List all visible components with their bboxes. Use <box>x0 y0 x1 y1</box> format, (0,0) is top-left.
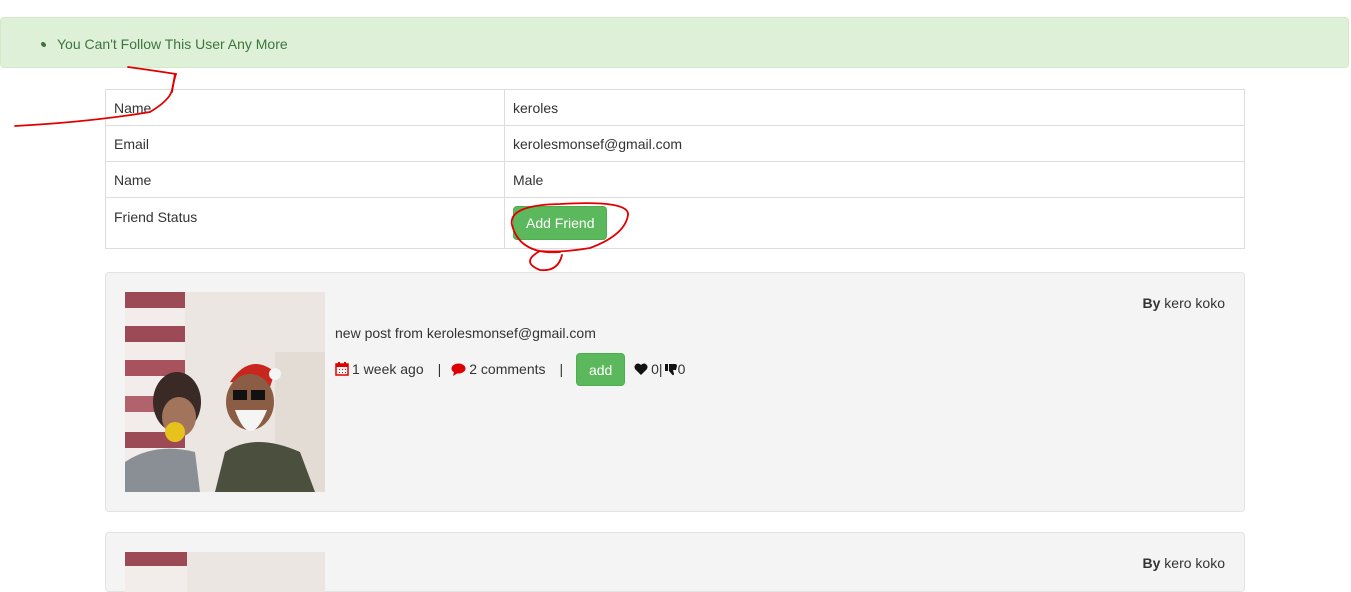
alert-success: You Can't Follow This User Any More <box>0 17 1349 68</box>
table-row: Name Male <box>105 161 1245 198</box>
row-label: Name <box>105 89 505 126</box>
post-image[interactable] <box>125 552 325 592</box>
comments-link[interactable]: 2 comments <box>469 361 545 377</box>
post-image[interactable] <box>125 292 325 492</box>
table-row: Name keroles <box>105 89 1245 126</box>
separator: | <box>437 361 442 377</box>
table-row: Email kerolesmonsef@gmail.com <box>105 125 1245 162</box>
add-button[interactable]: add <box>576 352 626 386</box>
row-value: kerolesmonsef@gmail.com <box>504 125 1245 162</box>
row-value: Male <box>504 161 1245 198</box>
table-row: Friend Status Add Friend <box>105 197 1245 249</box>
post-meta: 1 week ago | 2 comments | add 0| 0 <box>335 352 685 386</box>
profile-table: Name keroles Email kerolesmonsef@gmail.c… <box>105 89 1245 249</box>
row-label: Name <box>105 161 505 198</box>
photo-illustration <box>125 292 325 492</box>
photo-illustration <box>125 552 325 592</box>
post-card: By kero koko <box>105 532 1245 592</box>
by-label: By <box>1142 295 1161 311</box>
author-name: kero koko <box>1164 295 1225 311</box>
likes-count: 0| <box>651 361 663 377</box>
separator: | <box>559 361 564 377</box>
friend-status-label: Friend Status <box>105 197 505 249</box>
friend-status-cell: Add Friend <box>504 197 1245 249</box>
add-friend-button[interactable]: Add Friend <box>513 206 608 240</box>
row-value: keroles <box>504 89 1245 126</box>
calendar-icon <box>335 362 349 376</box>
reactions: 0| 0 <box>634 361 685 377</box>
post-body: new post from kerolesmonsef@gmail.com <box>335 325 596 341</box>
post-author: By kero koko <box>1143 295 1226 311</box>
thumbs-down-icon[interactable] <box>664 363 678 376</box>
post-time: 1 week ago <box>352 361 424 377</box>
post-card: By kero koko new post from kerolesmonsef… <box>105 272 1245 512</box>
heart-icon[interactable] <box>634 363 648 376</box>
dislikes-count: 0 <box>677 361 686 377</box>
comment-icon <box>451 363 466 376</box>
row-label: Email <box>105 125 505 162</box>
alert-message: You Can't Follow This User Any More <box>41 37 288 51</box>
